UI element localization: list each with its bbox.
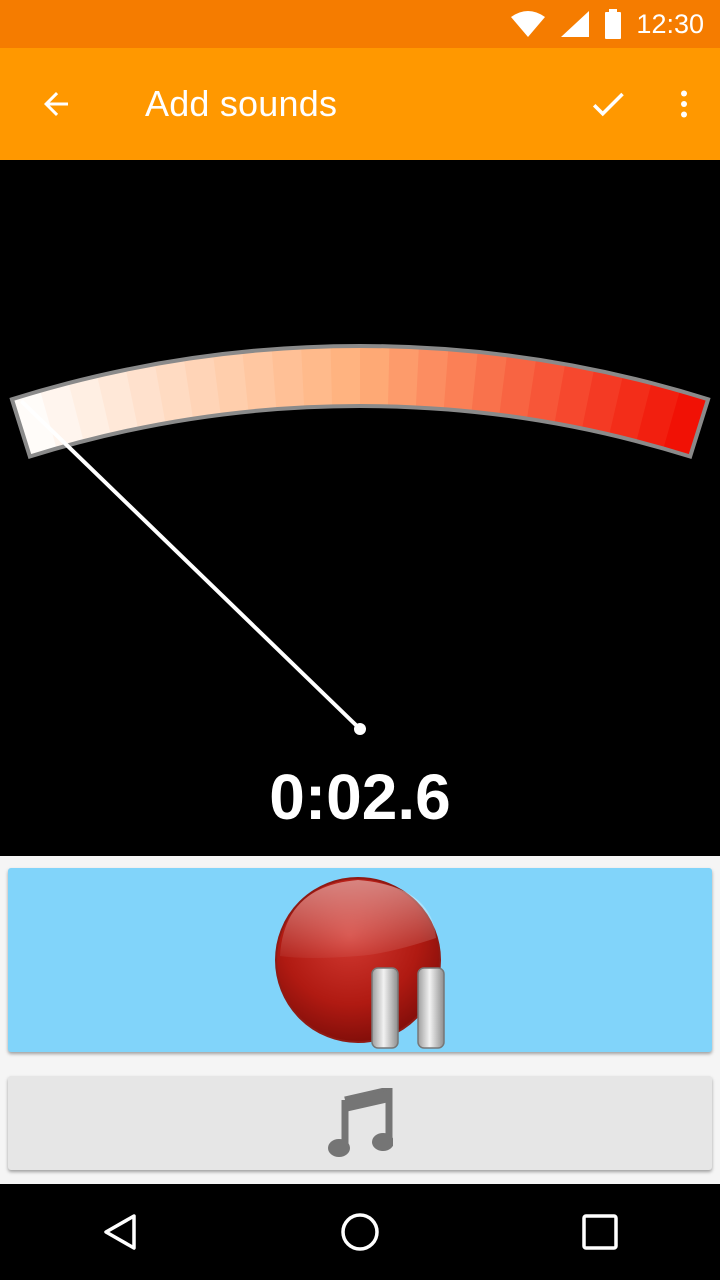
meter-needle: [20, 400, 362, 731]
nav-home-button[interactable]: [300, 1184, 420, 1280]
meter-gauge: [9, 344, 711, 735]
sound-level-meter: 0:02.6: [0, 160, 720, 856]
nav-recents-button[interactable]: [540, 1184, 660, 1280]
sound-library-button[interactable]: [8, 1076, 712, 1170]
status-time: 12:30: [636, 8, 704, 39]
meter-scale-segment: [330, 346, 361, 407]
page-title: Add sounds: [145, 83, 338, 124]
status-bar: 12:30: [0, 0, 720, 48]
meter-scale-segment: [301, 346, 333, 408]
meter-scale-segment: [387, 346, 420, 408]
meter-scale: [11, 346, 709, 457]
app-bar: Add sounds: [0, 48, 720, 160]
meter-scale-segment: [242, 349, 278, 412]
music-note-icon: [328, 1088, 393, 1157]
battery-icon: [604, 9, 622, 39]
meter-scale-segment: [271, 347, 306, 410]
confirm-button[interactable]: [568, 48, 648, 160]
nav-recents-icon: [582, 1214, 618, 1250]
meter-scale-segment: [415, 347, 450, 410]
record-pause-button[interactable]: [8, 868, 712, 1052]
wifi-icon: [510, 10, 546, 38]
meter-scale-segment: [360, 346, 391, 407]
more-vert-icon: [681, 90, 687, 118]
controls-panel: [0, 856, 720, 1184]
record-pause-icon: [275, 877, 445, 1049]
nav-back-icon: [104, 1214, 136, 1250]
overflow-menu-button[interactable]: [648, 48, 720, 160]
nav-home-icon: [341, 1213, 379, 1251]
system-nav-bar: [0, 1184, 720, 1280]
cellular-signal-icon: [560, 10, 590, 38]
arrow-back-icon: [44, 92, 68, 116]
back-button[interactable]: [0, 48, 112, 160]
meter-needle-pivot: [354, 723, 366, 735]
elapsed-timer: 0:02.6: [269, 761, 451, 833]
nav-back-button[interactable]: [60, 1184, 180, 1280]
checkmark-icon: [592, 92, 624, 117]
